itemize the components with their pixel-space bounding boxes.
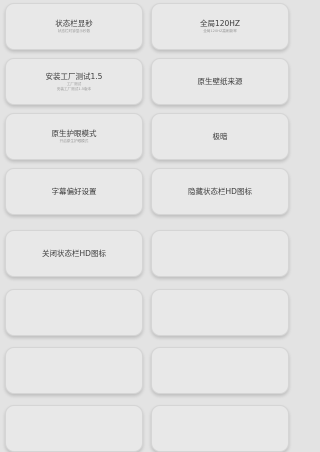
card-subtitle: 安装工厂测试1.5版本	[56, 86, 92, 91]
card-title: 状态栏显秒	[55, 19, 93, 28]
card-subtitle: 状态栏时钟显示秒数	[57, 29, 91, 33]
empty-card[interactable]	[151, 347, 289, 394]
caption-preferences-button[interactable]: 字幕偏好设置	[5, 168, 143, 215]
empty-card[interactable]	[5, 405, 143, 452]
disable-status-bar-hd-icon-button[interactable]: 关闭状态栏HD图标	[5, 230, 143, 277]
hide-status-bar-hd-icon-button[interactable]: 隐藏状态栏HD图标	[151, 168, 289, 215]
empty-card[interactable]	[151, 289, 289, 336]
empty-card[interactable]	[5, 347, 143, 394]
card-title: 原生壁纸来源	[197, 76, 243, 86]
empty-card[interactable]	[151, 405, 289, 452]
install-factory-test-button[interactable]: 安装工厂测试1.5 工厂测试 安装工厂测试1.5版本	[5, 58, 143, 105]
empty-card[interactable]	[5, 289, 143, 336]
card-title: 关闭状态栏HD图标	[42, 248, 106, 258]
empty-card[interactable]	[151, 230, 289, 277]
native-wallpaper-source-button[interactable]: 原生壁纸来源	[151, 58, 289, 105]
card-title: 隐藏状态栏HD图标	[188, 186, 252, 196]
tool-grid: 状态栏显秒 状态栏时钟显示秒数 全局120HZ 全局120HZ高刷新率 安装工厂…	[0, 0, 302, 452]
card-subtitle: 开启原生护眼模式	[59, 139, 89, 143]
card-title: 安装工厂测试1.5	[45, 71, 103, 81]
card-title: 全局120HZ	[199, 19, 241, 28]
card-title: 字幕偏好设置	[51, 186, 97, 196]
native-eye-care-mode-button[interactable]: 原生护眼模式 开启原生护眼模式	[5, 113, 143, 160]
card-title: 极暗	[212, 131, 228, 141]
card-title: 原生护眼模式	[51, 129, 97, 138]
extra-dim-button[interactable]: 极暗	[151, 113, 289, 160]
global-120hz-button[interactable]: 全局120HZ 全局120HZ高刷新率	[151, 3, 289, 50]
status-bar-seconds-button[interactable]: 状态栏显秒 状态栏时钟显示秒数	[5, 3, 143, 50]
card-subtitle: 全局120HZ高刷新率	[203, 29, 237, 33]
